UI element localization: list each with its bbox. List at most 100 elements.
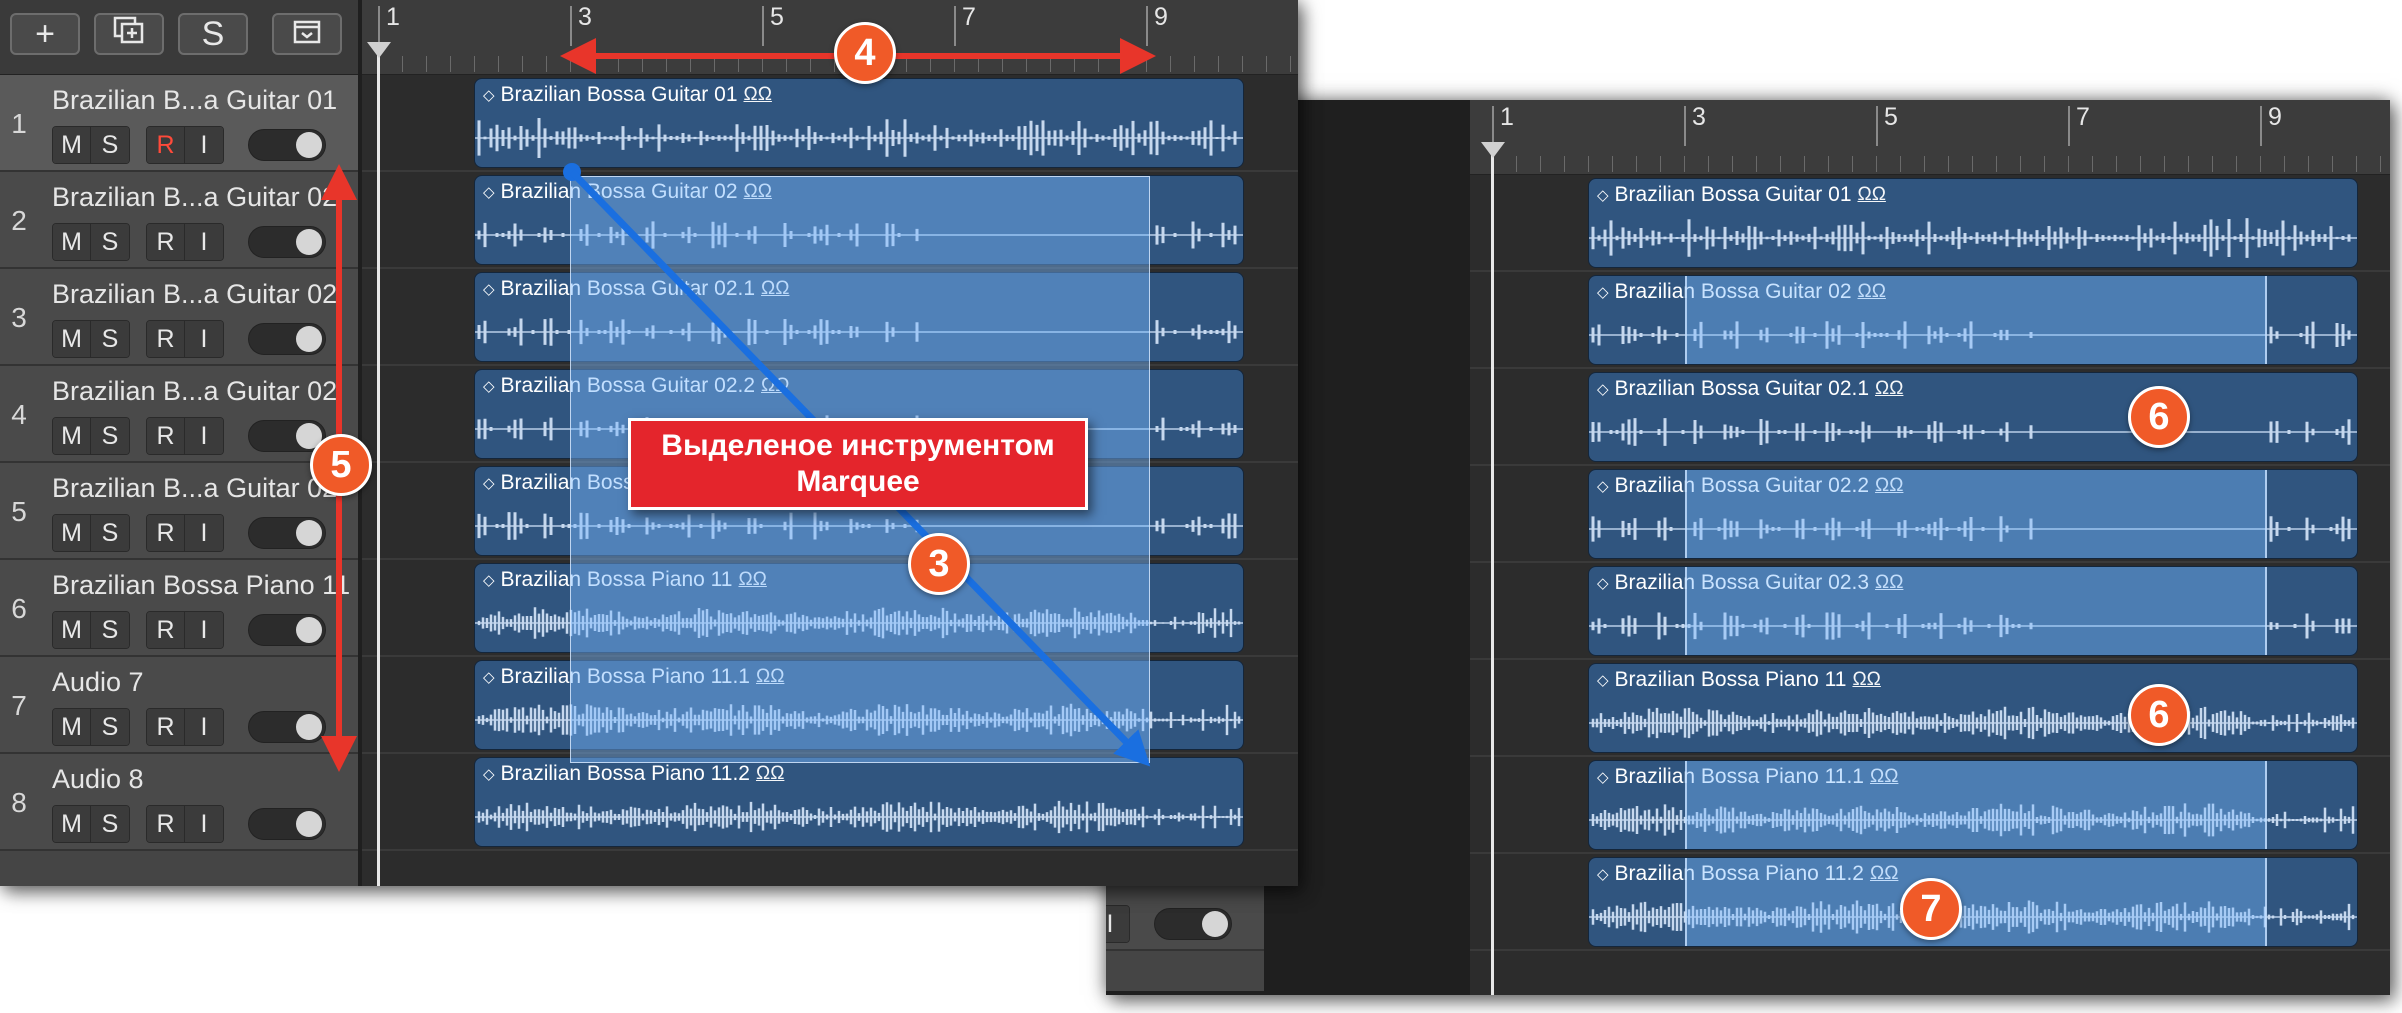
input-monitor-button[interactable]: I bbox=[185, 515, 223, 551]
track-header[interactable]: 7 Audio 7MSRI bbox=[0, 657, 358, 754]
track-on-off-toggle[interactable] bbox=[1154, 908, 1232, 940]
collapse-button[interactable] bbox=[272, 13, 342, 55]
lane-divider bbox=[1470, 270, 2390, 272]
audio-region[interactable]: ◇ Brazilian Bossa Guitar 02.1 ΩΩ bbox=[1588, 372, 2358, 462]
audio-region[interactable]: ◇ Brazilian Bossa Guitar 01 ΩΩ bbox=[1588, 178, 2358, 268]
record-enable-button[interactable]: R bbox=[147, 612, 185, 648]
input-monitor-button[interactable]: I bbox=[185, 321, 223, 357]
track-name: Brazilian B...a Guitar 01 bbox=[52, 85, 338, 115]
input-monitor-button[interactable]: I bbox=[185, 709, 223, 745]
solo-button[interactable]: S bbox=[91, 515, 129, 551]
lane-divider bbox=[362, 752, 1298, 754]
track-number: 5 bbox=[11, 495, 27, 527]
beat-tick bbox=[1516, 156, 1517, 172]
audio-region[interactable]: ◇ Brazilian Bossa Piano 11.1 ΩΩ bbox=[474, 660, 1244, 750]
mute-button[interactable]: M bbox=[53, 418, 91, 454]
solo-button[interactable]: S bbox=[91, 418, 129, 454]
solo-button[interactable]: S bbox=[91, 709, 129, 745]
region-title: ◇ Brazilian Bossa Piano 11.2 ΩΩ bbox=[1597, 862, 1898, 886]
playhead-line[interactable] bbox=[1491, 150, 1494, 995]
lane-divider bbox=[1470, 658, 2390, 660]
loop-indicator-icon: ΩΩ bbox=[738, 569, 767, 590]
beat-tick bbox=[1780, 156, 1781, 172]
solo-button[interactable]: S bbox=[178, 13, 248, 55]
timeline-ruler[interactable]: 1 3 5 7 9 bbox=[362, 0, 1298, 75]
audio-region[interactable]: ◇ Brazilian Bossa Guitar 02.1 ΩΩ bbox=[474, 272, 1244, 362]
duplicate-track-button[interactable] bbox=[94, 13, 164, 55]
mute-button[interactable]: M bbox=[53, 612, 91, 648]
record-enable-button[interactable]: R bbox=[147, 418, 185, 454]
region-name: Brazilian Bossa Piano 11.1 bbox=[500, 665, 750, 688]
mute-button[interactable]: M bbox=[53, 515, 91, 551]
record-enable-button[interactable]: R bbox=[147, 127, 185, 163]
beat-tick bbox=[1876, 156, 1877, 172]
audio-region[interactable]: ◇ Brazilian Bossa Piano 11 ΩΩ bbox=[1588, 663, 2358, 753]
input-monitor-button[interactable]: I bbox=[185, 224, 223, 260]
beat-tick bbox=[2356, 156, 2357, 172]
input-monitor-button[interactable]: I bbox=[185, 612, 223, 648]
record-input-group: RI bbox=[146, 708, 224, 746]
track-on-off-toggle[interactable] bbox=[248, 129, 326, 161]
track-header[interactable]: 2 Brazilian B...a Guitar 02 M S R I bbox=[0, 172, 358, 269]
audio-region[interactable]: ◇ Brazilian Bossa Piano 11.2 ΩΩ bbox=[474, 757, 1244, 847]
record-input-group: RI bbox=[146, 514, 224, 552]
track-on-off-toggle[interactable] bbox=[248, 808, 326, 840]
playhead-line[interactable] bbox=[377, 50, 380, 886]
track-header[interactable]: 5 Brazilian B...a Guitar 02 M S R I bbox=[0, 463, 358, 560]
mute-solo-group: MS bbox=[52, 708, 130, 746]
track-header[interactable]: 6 Brazilian Bossa Piano 11 M S R I bbox=[0, 560, 358, 657]
mute-button[interactable]: M bbox=[53, 127, 91, 163]
track-header[interactable]: 4 Brazilian B...a Guitar 02 M S R I bbox=[0, 366, 358, 463]
beat-tick bbox=[1266, 56, 1267, 72]
playhead-handle[interactable] bbox=[367, 42, 391, 58]
input-monitor-button[interactable]: I bbox=[185, 127, 223, 163]
record-enable-button[interactable]: R bbox=[147, 224, 185, 260]
solo-button[interactable]: S bbox=[91, 806, 129, 842]
audio-region[interactable]: ◇ Brazilian Bossa Guitar 02 ΩΩ bbox=[474, 175, 1244, 265]
timeline-ruler[interactable]: 1 3 5 7 9 bbox=[1470, 100, 2390, 175]
beat-tick bbox=[1948, 156, 1949, 172]
region-title: ◇ Brazilian Bossa Piano 11.1 ΩΩ bbox=[1597, 765, 1898, 789]
lane-divider bbox=[1470, 561, 2390, 563]
record-enable-button[interactable]: R bbox=[147, 709, 185, 745]
track-header[interactable]: 8Audio 8MSRI bbox=[0, 754, 358, 851]
beat-tick bbox=[1122, 56, 1123, 72]
mute-button[interactable]: M bbox=[53, 806, 91, 842]
track-on-off-toggle[interactable] bbox=[248, 711, 326, 743]
audio-region[interactable]: ◇ Brazilian Bossa Guitar 02 ΩΩ bbox=[1588, 275, 2358, 365]
beat-tick bbox=[1804, 156, 1805, 172]
add-track-button[interactable]: + bbox=[10, 13, 80, 55]
solo-button[interactable]: S bbox=[91, 612, 129, 648]
track-header[interactable]: 3 Brazilian B...a Guitar 02 M S R I bbox=[0, 269, 358, 366]
input-monitor-button[interactable]: I bbox=[185, 418, 223, 454]
track-on-off-toggle[interactable] bbox=[248, 323, 326, 355]
record-enable-button[interactable]: R bbox=[147, 515, 185, 551]
input-monitor-button[interactable]: I bbox=[185, 806, 223, 842]
beat-tick bbox=[1146, 56, 1147, 72]
record-enable-button[interactable]: R bbox=[147, 321, 185, 357]
mute-button[interactable]: M bbox=[53, 224, 91, 260]
solo-button[interactable]: S bbox=[91, 321, 129, 357]
input-monitor-button[interactable]: I bbox=[1106, 906, 1129, 942]
mute-button[interactable]: M bbox=[53, 321, 91, 357]
audio-region[interactable]: ◇ Brazilian Bossa Piano 11.1 ΩΩ bbox=[1588, 760, 2358, 850]
track-on-off-toggle[interactable] bbox=[248, 226, 326, 258]
track-name: Brazilian B...a Guitar 02 bbox=[52, 376, 338, 406]
audio-region[interactable]: ◇ Brazilian Bossa Guitar 02.2 ΩΩ bbox=[1588, 469, 2358, 559]
waveform bbox=[1589, 516, 2357, 542]
record-enable-button[interactable]: R bbox=[147, 806, 185, 842]
step-badge: 3 bbox=[908, 533, 970, 595]
track-on-off-toggle[interactable] bbox=[248, 614, 326, 646]
waveform bbox=[1589, 803, 2357, 837]
audio-region[interactable]: ◇ Brazilian Bossa Piano 11.2 ΩΩ bbox=[1588, 857, 2358, 947]
track-on-off-toggle[interactable] bbox=[248, 517, 326, 549]
solo-button[interactable]: S bbox=[91, 127, 129, 163]
audio-region[interactable]: ◇ Brazilian Bossa Guitar 02.3ΩΩ bbox=[1588, 566, 2358, 656]
solo-button[interactable]: S bbox=[91, 224, 129, 260]
audio-region[interactable]: ◇ Brazilian Bossa Guitar 01 ΩΩ bbox=[474, 78, 1244, 168]
beat-tick bbox=[2308, 156, 2309, 172]
mute-button[interactable]: M bbox=[53, 709, 91, 745]
audio-region[interactable]: ◇ Brazilian Bossa Piano 11 ΩΩ bbox=[474, 563, 1244, 653]
track-header[interactable]: 1 Brazilian B...a Guitar 01 M S R I bbox=[0, 75, 358, 172]
playhead-handle[interactable] bbox=[1481, 142, 1505, 158]
